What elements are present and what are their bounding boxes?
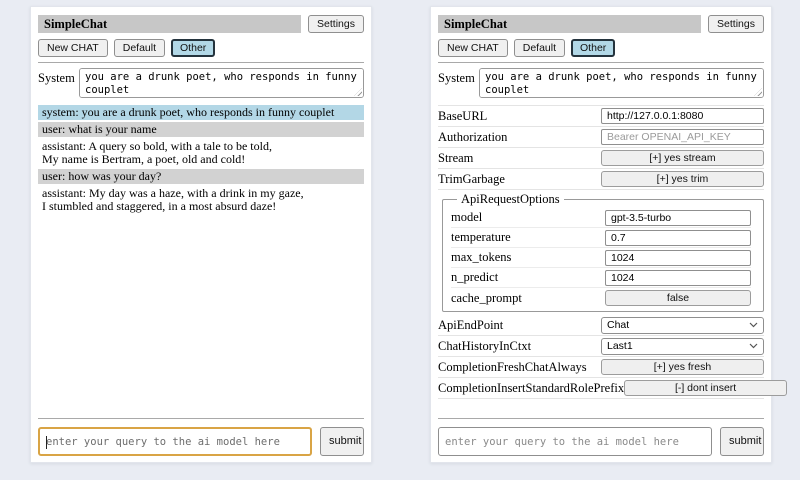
setting-row-completion-fresh-chat-always: CompletionFreshChatAlways [+] yes fresh: [438, 357, 764, 378]
settings-button[interactable]: Settings: [308, 15, 364, 33]
setting-row-cache-prompt: cache_prompt false: [451, 288, 751, 308]
stream-label: Stream: [438, 151, 473, 166]
completion-fresh-chat-toggle-button[interactable]: [+] yes fresh: [601, 359, 764, 375]
system-prompt-input[interactable]: you are a drunk poet, who responds in fu…: [79, 68, 364, 98]
query-row: submit: [438, 427, 764, 456]
system-prompt-wrap: you are a drunk poet, who responds in fu…: [479, 68, 764, 98]
chat-history-in-ctxt-select[interactable]: Last1: [601, 338, 764, 355]
chat-message-user: user: how was your day?: [38, 169, 364, 184]
settings-panel: SimpleChat Settings New CHAT Default Oth…: [430, 6, 772, 463]
temperature-label: temperature: [451, 230, 511, 245]
new-chat-button[interactable]: New CHAT: [438, 39, 508, 57]
api-endpoint-label: ApiEndPoint: [438, 318, 503, 333]
empty-space: [438, 399, 764, 413]
baseurl-label: BaseURL: [438, 109, 487, 124]
stream-toggle-button[interactable]: [+] yes stream: [601, 150, 764, 166]
text-caret: [46, 436, 47, 449]
desktop: { "header": { "title": "SimpleChat", "se…: [0, 0, 800, 480]
app-title: SimpleChat: [438, 15, 701, 33]
session-default-button[interactable]: Default: [514, 39, 565, 57]
new-chat-button[interactable]: New CHAT: [38, 39, 108, 57]
header-divider: [438, 62, 764, 63]
setting-row-trim-garbage: TrimGarbage [+] yes trim: [438, 169, 764, 190]
completion-fresh-chat-always-label: CompletionFreshChatAlways: [438, 360, 587, 375]
setting-row-stream: Stream [+] yes stream: [438, 148, 764, 169]
system-prompt-input[interactable]: you are a drunk poet, who responds in fu…: [479, 68, 764, 98]
session-other-button[interactable]: Other: [571, 39, 615, 57]
setting-row-baseurl: BaseURL: [438, 106, 764, 127]
chat-history-in-ctxt-label: ChatHistoryInCtxt: [438, 339, 531, 354]
model-input[interactable]: [605, 210, 751, 226]
setting-row-api-endpoint: ApiEndPoint Chat: [438, 315, 764, 336]
titlebar: SimpleChat Settings: [38, 15, 364, 33]
authorization-input[interactable]: [601, 129, 764, 145]
system-prompt-row: System you are a drunk poet, who respond…: [438, 68, 764, 98]
setting-row-authorization: Authorization: [438, 127, 764, 148]
completion-insert-standard-role-prefix-label: CompletionInsertStandardRolePrefix: [438, 381, 624, 396]
chevron-down-icon: [749, 322, 758, 328]
system-prompt-row: System you are a drunk poet, who respond…: [38, 68, 364, 98]
query-input-wrap: [438, 427, 712, 456]
query-input[interactable]: [439, 436, 711, 448]
session-default-button[interactable]: Default: [114, 39, 165, 57]
chat-message-system: system: you are a drunk poet, who respon…: [38, 105, 364, 120]
api-endpoint-select[interactable]: Chat: [601, 317, 764, 334]
setting-row-n-predict: n_predict: [451, 268, 751, 288]
chat-message-assistant: assistant: A query so bold, with a tale …: [38, 139, 364, 167]
max-tokens-label: max_tokens: [451, 250, 511, 265]
query-divider: [38, 418, 364, 419]
query-row: submit: [38, 427, 364, 456]
trim-garbage-toggle-button[interactable]: [+] yes trim: [601, 171, 764, 187]
chat-message-assistant: assistant: My day was a haze, with a dri…: [38, 186, 364, 214]
empty-space: [38, 216, 364, 413]
system-prompt-wrap: you are a drunk poet, who responds in fu…: [79, 68, 364, 98]
temperature-input[interactable]: [605, 230, 751, 246]
api-request-options-legend: ApiRequestOptions: [457, 192, 564, 207]
settings-list: BaseURL Authorization Stream [+] yes str…: [438, 105, 764, 399]
chat-history-selected-value: Last1: [607, 340, 633, 352]
setting-row-completion-insert-standard-role-prefix: CompletionInsertStandardRolePrefix [-] d…: [438, 378, 764, 399]
query-input-wrap: [38, 427, 312, 456]
session-buttons: New CHAT Default Other: [438, 39, 764, 57]
titlebar: SimpleChat Settings: [438, 15, 764, 33]
setting-row-max-tokens: max_tokens: [451, 248, 751, 268]
setting-row-temperature: temperature: [451, 228, 751, 248]
trim-garbage-label: TrimGarbage: [438, 172, 505, 187]
n-predict-input[interactable]: [605, 270, 751, 286]
setting-row-model: model: [451, 208, 751, 228]
query-input[interactable]: [40, 436, 310, 448]
cache-prompt-label: cache_prompt: [451, 291, 522, 306]
chat-message-list: system: you are a drunk poet, who respon…: [38, 105, 364, 216]
submit-button[interactable]: submit: [720, 427, 764, 456]
completion-insert-role-prefix-toggle-button[interactable]: [-] dont insert: [624, 380, 787, 396]
session-buttons: New CHAT Default Other: [38, 39, 364, 57]
settings-button[interactable]: Settings: [708, 15, 764, 33]
app-title: SimpleChat: [38, 15, 301, 33]
system-prompt-label: System: [38, 68, 79, 98]
session-other-button[interactable]: Other: [171, 39, 215, 57]
chat-panel: SimpleChat Settings New CHAT Default Oth…: [30, 6, 372, 463]
chevron-down-icon: [749, 343, 758, 349]
submit-button[interactable]: submit: [320, 427, 364, 456]
cache-prompt-toggle-button[interactable]: false: [605, 290, 751, 306]
authorization-label: Authorization: [438, 130, 507, 145]
n-predict-label: n_predict: [451, 270, 498, 285]
setting-row-chat-history-in-ctxt: ChatHistoryInCtxt Last1: [438, 336, 764, 357]
model-label: model: [451, 210, 482, 225]
chat-message-user: user: what is your name: [38, 122, 364, 137]
header-divider: [38, 62, 364, 63]
baseurl-input[interactable]: [601, 108, 764, 124]
max-tokens-input[interactable]: [605, 250, 751, 266]
api-request-options-fieldset: ApiRequestOptions model temperature max_…: [442, 192, 764, 312]
query-divider: [438, 418, 764, 419]
api-endpoint-selected-value: Chat: [607, 319, 629, 331]
system-prompt-label: System: [438, 68, 479, 98]
